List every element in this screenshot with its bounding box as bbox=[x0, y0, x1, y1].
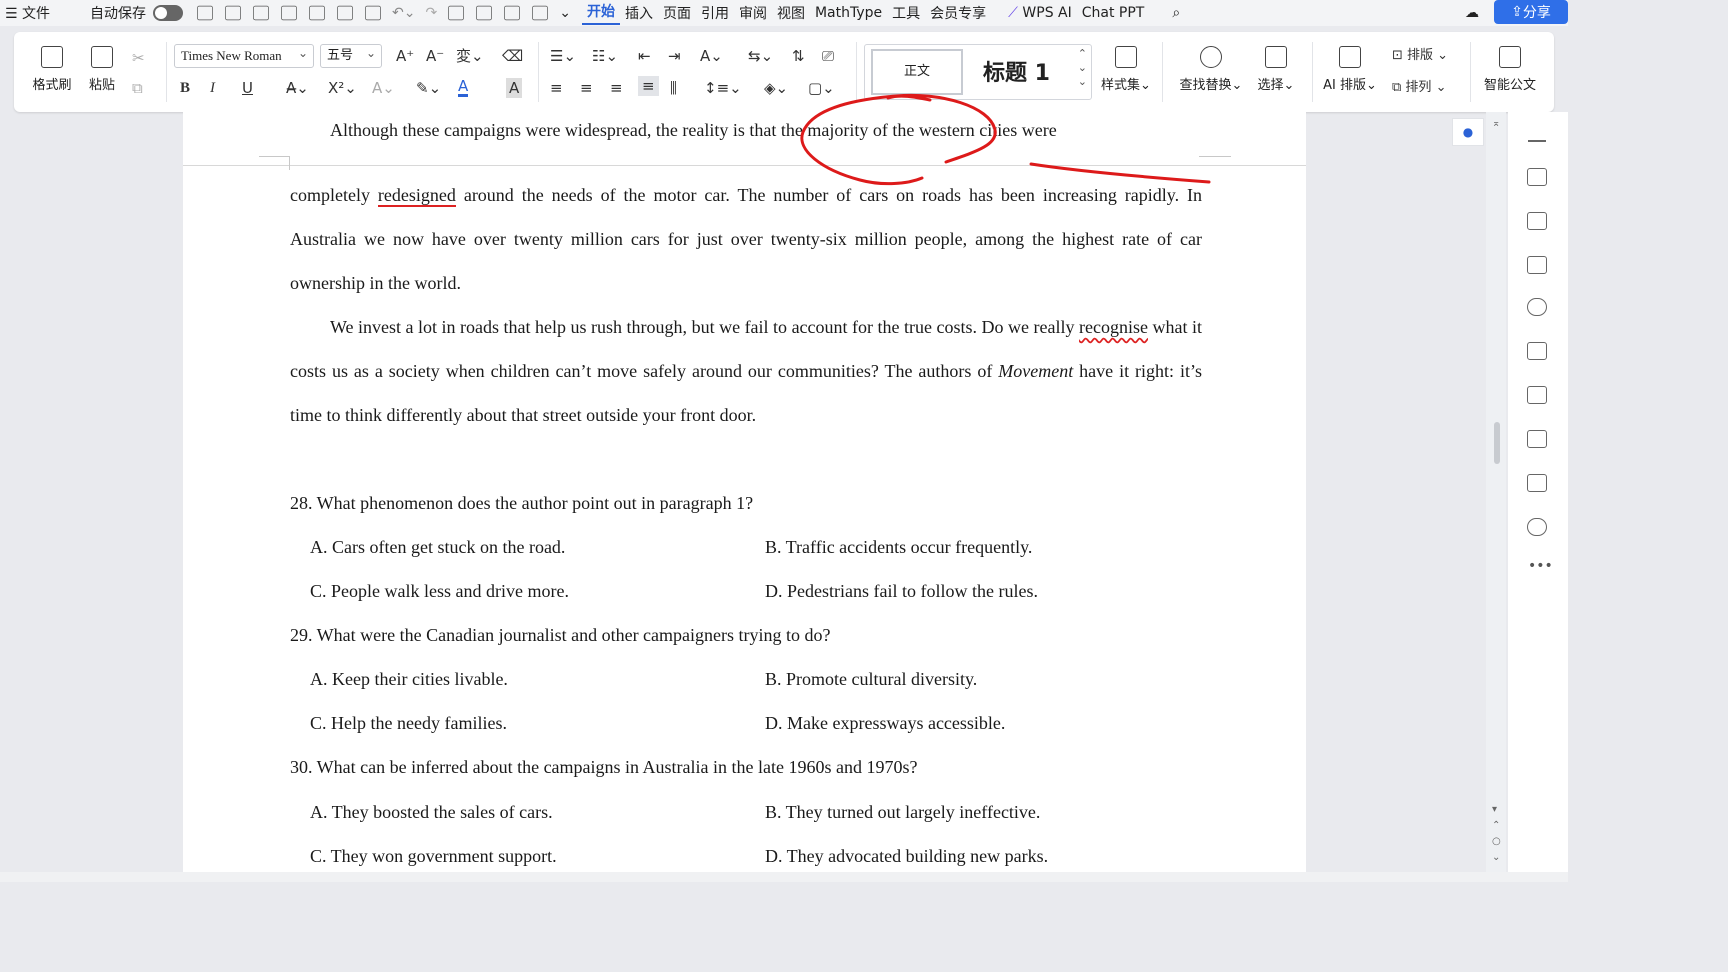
ink-underline bbox=[1029, 162, 1211, 184]
ink-circle bbox=[800, 93, 997, 186]
ink-annotation-layer bbox=[800, 93, 1211, 186]
